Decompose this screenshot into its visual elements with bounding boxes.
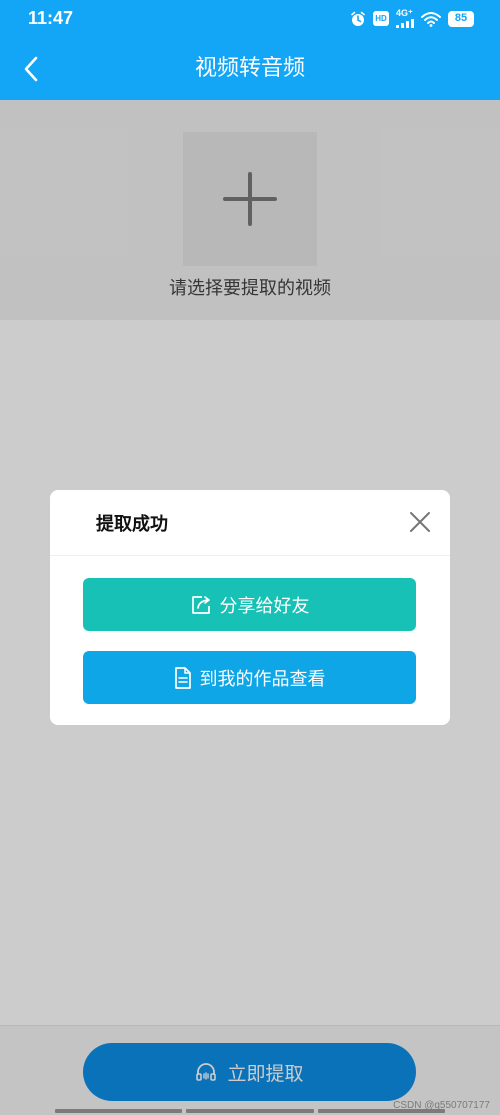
back-button[interactable] bbox=[14, 52, 48, 86]
hd-icon: HD bbox=[373, 11, 389, 26]
wifi-icon bbox=[421, 11, 441, 27]
chevron-left-icon bbox=[24, 56, 38, 82]
dialog-title: 提取成功 bbox=[96, 514, 168, 535]
success-dialog: 提取成功 分享给好友 到我的作品查看 bbox=[50, 490, 450, 725]
page-title: 视频转音频 bbox=[194, 56, 305, 81]
app-header: 11:47 HD 4G⁺ 85 视频转音频 bbox=[0, 0, 500, 100]
dialog-header: 提取成功 bbox=[50, 490, 450, 556]
share-button-label: 分享给好友 bbox=[219, 595, 310, 617]
network-type: 4G⁺ bbox=[396, 8, 413, 18]
status-time: 11:47 bbox=[28, 8, 74, 28]
close-icon bbox=[410, 512, 430, 532]
status-bar: 11:47 HD 4G⁺ 85 bbox=[0, 0, 500, 38]
dialog-close-button[interactable] bbox=[408, 510, 432, 534]
view-works-button[interactable]: 到我的作品查看 bbox=[83, 651, 416, 704]
status-icons: HD 4G⁺ 85 bbox=[350, 9, 474, 28]
signal-icon: 4G⁺ bbox=[396, 9, 414, 28]
battery-icon: 85 bbox=[448, 10, 474, 27]
view-works-button-label: 到我的作品查看 bbox=[199, 668, 326, 690]
share-button[interactable]: 分享给好友 bbox=[83, 578, 416, 631]
document-icon bbox=[174, 666, 191, 689]
share-icon bbox=[191, 595, 210, 614]
alarm-icon bbox=[350, 11, 366, 27]
